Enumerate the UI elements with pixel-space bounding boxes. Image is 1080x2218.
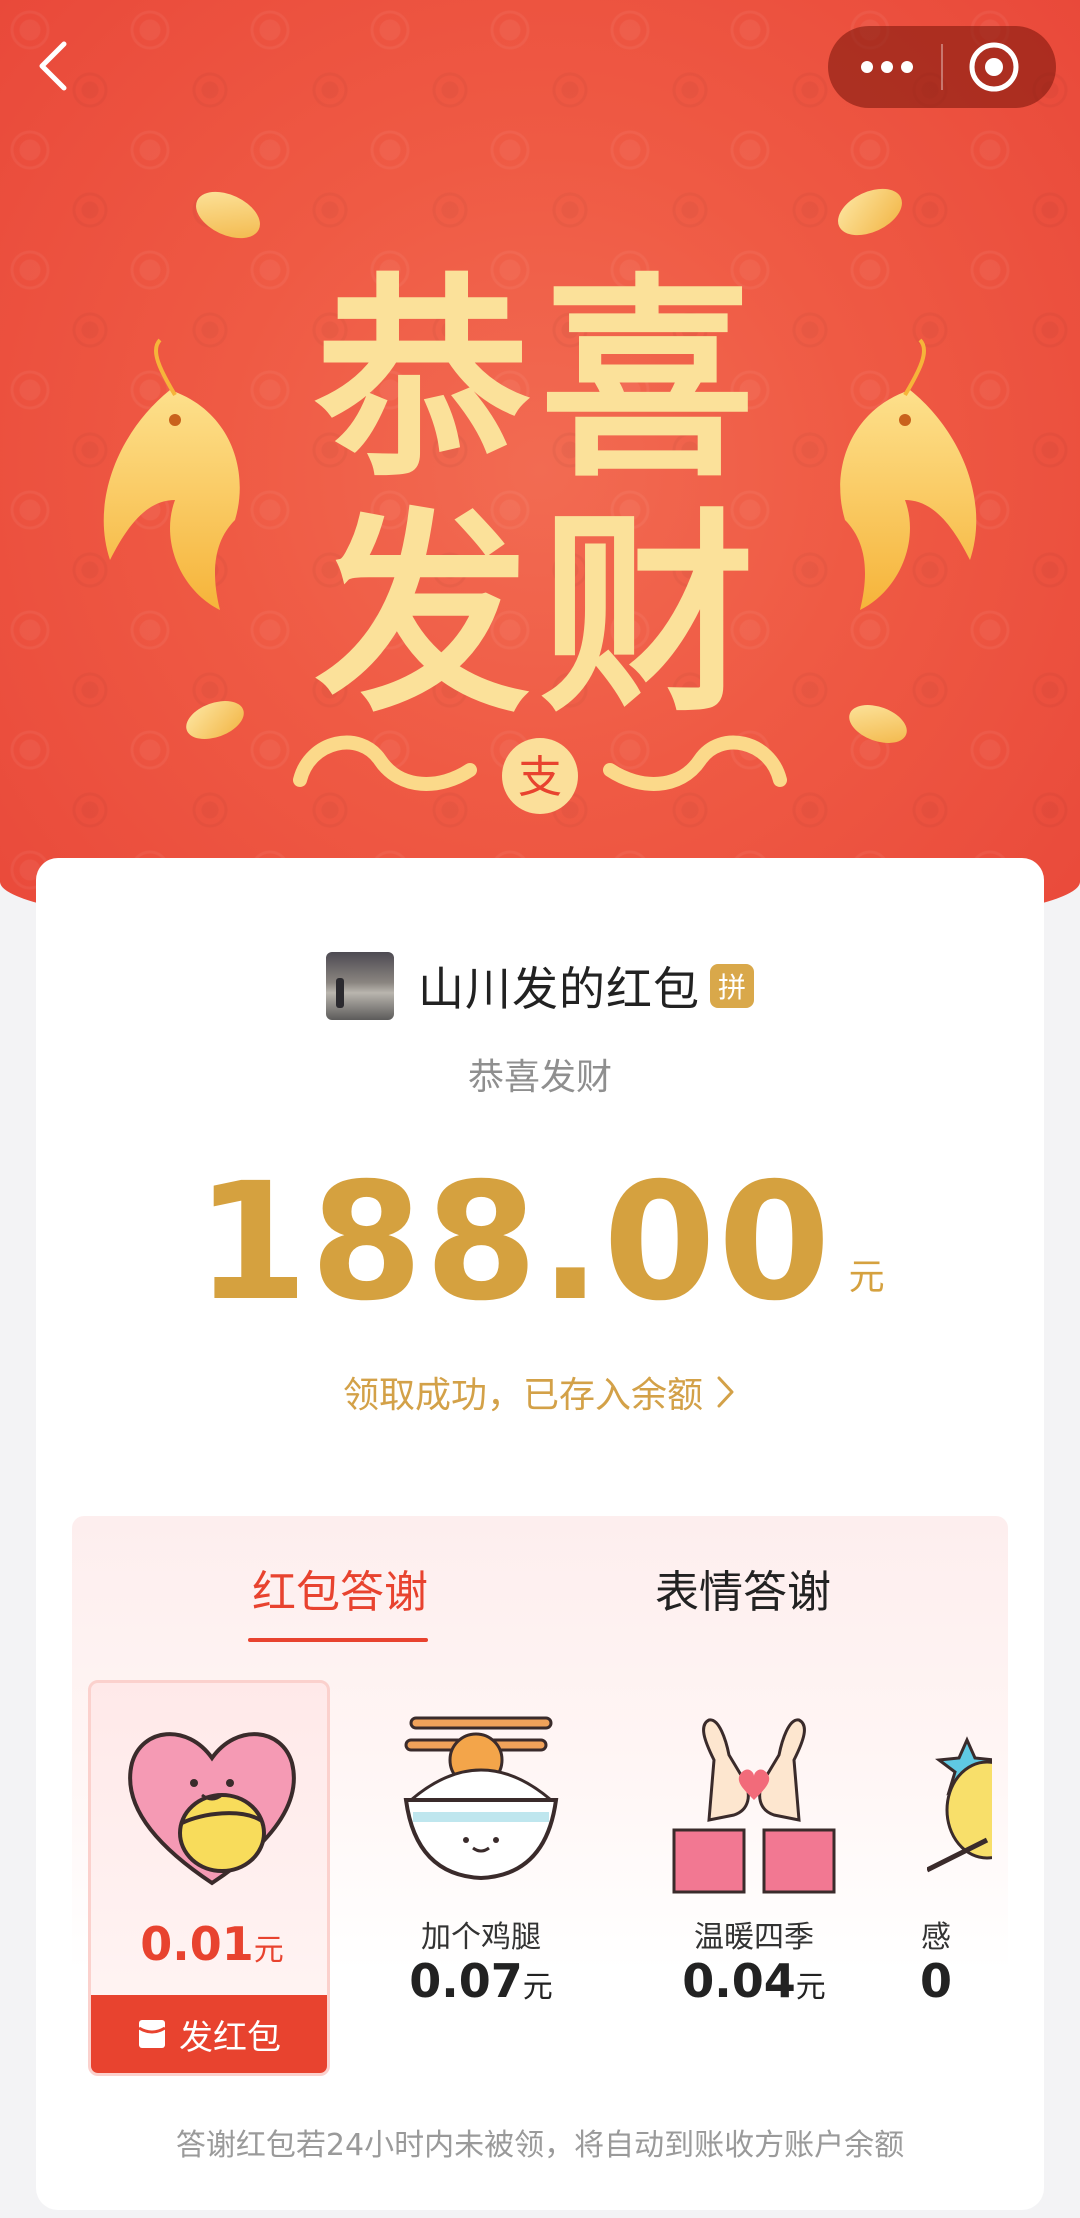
thanks-panel: 红包答谢 表情答谢 0.01元 发红包 加个鸡腿 0.07元 温暖四季 0.04… bbox=[72, 1516, 1008, 2166]
star-chick-icon bbox=[927, 1736, 992, 1873]
group-badge: 拼 bbox=[710, 964, 754, 1008]
gift-price-value: 0.07 bbox=[409, 1954, 523, 2008]
avatar bbox=[326, 952, 394, 1020]
red-packet-icon bbox=[138, 2020, 166, 2048]
gift-price-unit: 元 bbox=[253, 1933, 284, 1968]
gift-price: 0 bbox=[906, 1954, 966, 2008]
tab-emoji-thanks[interactable]: 表情答谢 bbox=[648, 1556, 838, 1618]
banner-title-line1: 恭喜 bbox=[314, 255, 765, 506]
back-button[interactable] bbox=[30, 36, 78, 96]
gift-price: 0.04元 bbox=[633, 1954, 875, 2008]
chevron-right-icon bbox=[717, 1376, 734, 1408]
tab-active-indicator bbox=[248, 1638, 428, 1642]
tab-red-packet-thanks[interactable]: 红包答谢 bbox=[248, 1556, 432, 1618]
gift-name: 感 bbox=[921, 1920, 951, 1955]
gift-item[interactable]: 加个鸡腿 0.07元 bbox=[360, 1680, 602, 2076]
banner-artwork: 支 恭喜 发财 bbox=[103, 188, 977, 814]
close-button[interactable] bbox=[942, 26, 1056, 108]
header-banner: 支 恭喜 发财 bbox=[0, 0, 1080, 940]
target-close-icon bbox=[969, 42, 1019, 92]
amount-row: 188.00 元 bbox=[36, 1149, 1044, 1337]
koi-fish-left-icon bbox=[103, 338, 240, 610]
send-red-packet-button[interactable]: 发红包 bbox=[91, 1995, 327, 2073]
mini-program-capsule bbox=[828, 26, 1056, 108]
chevron-left-icon bbox=[39, 41, 67, 91]
gift-name: 加个鸡腿 bbox=[421, 1920, 541, 1955]
received-text: 领取成功，已存入余额 bbox=[342, 1375, 703, 1416]
gift-price-value: 0.01 bbox=[140, 1917, 254, 1971]
koi-fish-right-icon bbox=[840, 338, 977, 610]
heart-hands-icon bbox=[672, 1718, 836, 1894]
gift-price: 0.01元 bbox=[91, 1917, 327, 1971]
footer-note: 答谢红包若24小时内未被领，将自动到账收方账户余额 bbox=[175, 2128, 905, 2163]
red-packet-card: 山川发的红包 拼 恭喜发财 188.00 元 领取成功，已存入余额 红包答谢 表… bbox=[36, 858, 1044, 2210]
more-dots-icon bbox=[861, 61, 913, 73]
gift-price-value: 0.04 bbox=[682, 1954, 796, 2008]
gift-price-value: 0 bbox=[919, 1954, 952, 2008]
gift-strip[interactable]: 0.01元 发红包 加个鸡腿 0.07元 温暖四季 0.04元 感 0 bbox=[88, 1680, 992, 2080]
gift-item[interactable]: 感 0 bbox=[906, 1680, 992, 2076]
gift-name: 温暖四季 bbox=[694, 1920, 814, 1955]
heart-hug-icon bbox=[128, 1732, 296, 1886]
seal-char: 支 bbox=[518, 753, 562, 802]
sender-name: 山川发的红包 bbox=[418, 962, 700, 1016]
banner-title-line2: 发财 bbox=[315, 490, 765, 741]
gift-price: 0.07元 bbox=[360, 1954, 602, 2008]
gift-price-unit: 元 bbox=[522, 1970, 553, 2005]
greeting-text: 恭喜发财 bbox=[467, 1057, 612, 1098]
gift-item-selected[interactable]: 0.01元 发红包 bbox=[88, 1680, 330, 2076]
amount-value: 188.00 bbox=[195, 1149, 833, 1337]
sender-row: 山川发的红包 拼 bbox=[36, 950, 1044, 1022]
send-red-packet-label: 发红包 bbox=[179, 2017, 281, 2058]
gift-item[interactable]: 温暖四季 0.04元 bbox=[633, 1680, 875, 2076]
amount-unit: 元 bbox=[848, 1257, 885, 1298]
received-link[interactable]: 领取成功，已存入余额 bbox=[36, 1366, 1044, 1418]
more-button[interactable] bbox=[828, 26, 942, 108]
gift-price-unit: 元 bbox=[795, 1970, 826, 2005]
rice-bowl-drumstick-icon bbox=[403, 1716, 559, 1881]
